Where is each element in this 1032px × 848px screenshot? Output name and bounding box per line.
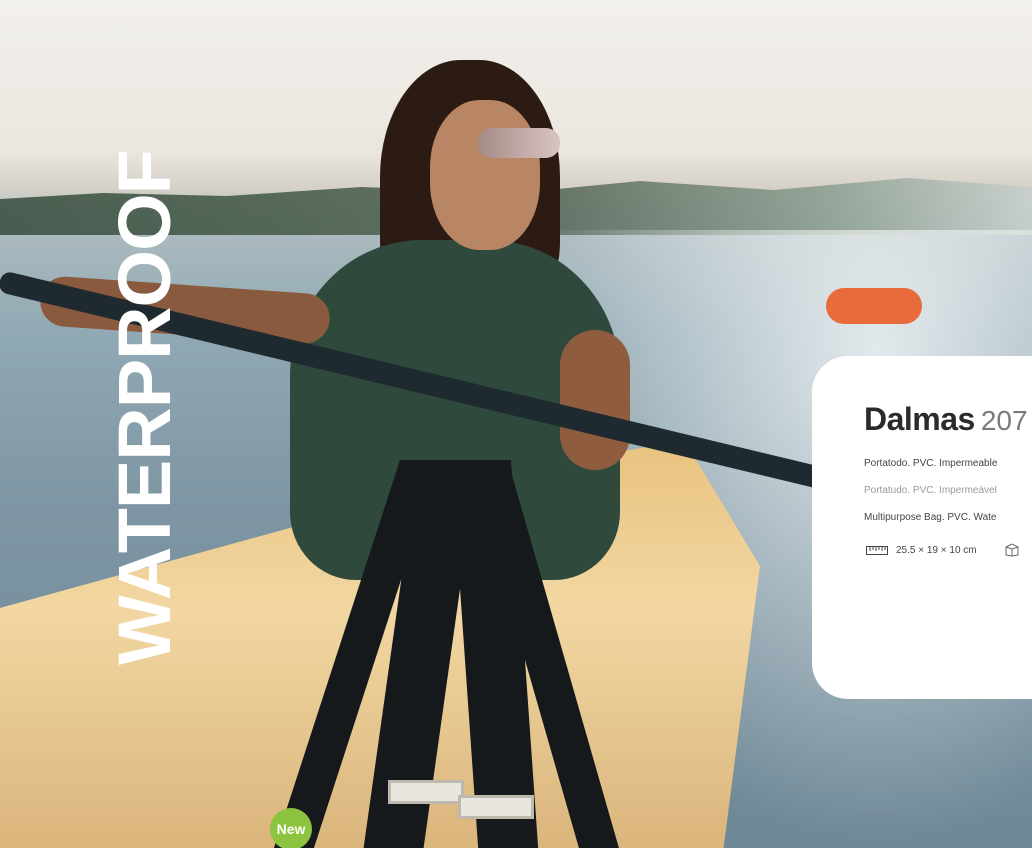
product-title: Dalmas 207 [864,401,1028,438]
box-icon [1005,543,1019,557]
ruler-icon [866,545,888,555]
product-name: Dalmas [864,401,975,437]
new-badge: New [270,808,312,848]
product-specs: 25.5 × 19 × 10 cm [866,543,1027,557]
product-card: Dalmas 207 Portatodo. PVC. Impermeable Po… [812,356,1032,699]
photo-bag-buckle [458,795,534,819]
product-description-pt: Portatudo. PVC. Impermeável [864,485,997,496]
product-description-en: Multipurpose Bag. PVC. Wate [864,512,997,523]
photo-bag-buckle [388,780,464,804]
waterproof-headline: WATERPROOF [103,150,186,665]
photo-paddle-blade [826,288,922,324]
photo-sunglasses [478,128,560,158]
photo-face [430,100,540,250]
photo-arm-right [560,330,630,470]
product-dimensions: 25.5 × 19 × 10 cm [896,544,977,556]
product-reference: 207 [980,405,1028,436]
catalog-page: WATERPROOF Dalmas 207 Portatodo. PVC. Imp… [0,0,1032,848]
product-description-es: Portatodo. PVC. Impermeable [864,458,998,469]
